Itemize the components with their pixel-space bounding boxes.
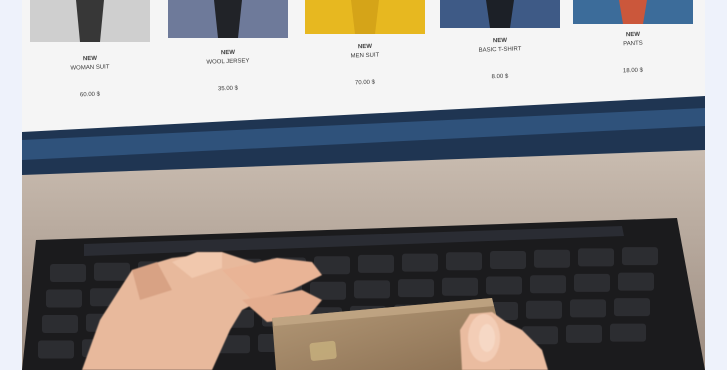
product-price: 35.00 $: [218, 86, 239, 93]
product-name: MEN SUIT: [351, 52, 380, 59]
keyboard-key: [446, 252, 482, 271]
product-badge: NEW: [83, 56, 98, 62]
keyboard-key: [314, 256, 350, 275]
keyboard-key: [490, 251, 526, 269]
keyboard-key: [46, 289, 82, 308]
keyboard-key: [94, 262, 130, 281]
product-name: PANTS: [623, 41, 643, 48]
keyboard-key: [614, 298, 650, 317]
product-price: 70.00 $: [355, 80, 376, 87]
product-badge: NEW: [493, 38, 508, 44]
keyboard-key: [574, 273, 610, 292]
keyboard-key: [530, 275, 566, 294]
page-background: NEW WOMAN SUIT 60.00 $ NEW WOOL JERSEY 35.00 …: [0, 0, 727, 370]
photo-illustration: NEWWOMAN SUIT60.00 $NEWWOOL JERSEY35.00 …: [22, 0, 705, 370]
keyboard-key: [38, 340, 74, 359]
keyboard-key: [486, 276, 522, 295]
keyboard-key: [618, 272, 654, 291]
product-price: 18.00 $: [623, 68, 644, 75]
keyboard-key: [622, 247, 658, 266]
keyboard-key: [402, 253, 438, 272]
keyboard-key: [578, 248, 614, 267]
keyboard-key: [534, 249, 570, 268]
keyboard-key: [566, 324, 602, 343]
keyboard-key: [570, 299, 606, 318]
product-price: 8.00 $: [492, 74, 510, 81]
keyboard-key: [358, 254, 394, 273]
keyboard-key: [50, 264, 86, 282]
product-price: 60.00 $: [80, 92, 101, 99]
product-badge: NEW: [358, 44, 373, 50]
keyboard-key: [42, 315, 78, 333]
keyboard-key: [354, 280, 390, 299]
keyboard-key: [526, 300, 562, 319]
keyboard-key: [610, 323, 646, 342]
product-badge: NEW: [626, 32, 641, 38]
product-badge: NEW: [221, 50, 236, 56]
keyboard-key: [442, 277, 478, 296]
shopping-photo: NEW WOMAN SUIT 60.00 $ NEW WOOL JERSEY 35.00 …: [22, 0, 705, 370]
keyboard-key: [398, 279, 434, 298]
